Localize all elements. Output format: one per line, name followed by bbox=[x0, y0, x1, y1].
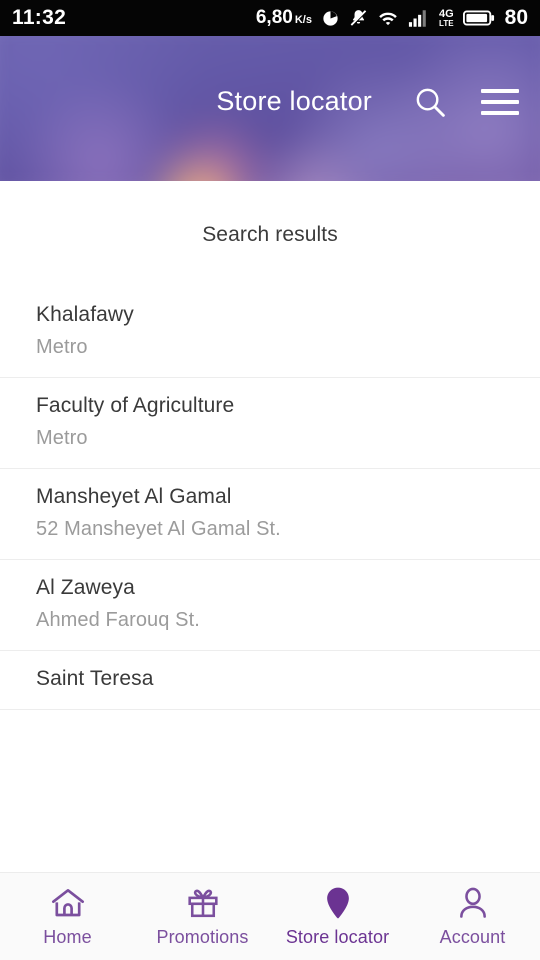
nav-label: Store locator bbox=[285, 926, 390, 947]
nav-item-store-locator[interactable]: Store locator bbox=[270, 886, 405, 948]
search-button[interactable] bbox=[408, 80, 452, 124]
section-title: Search results bbox=[202, 223, 338, 246]
store-name: Khalafawy bbox=[36, 303, 134, 326]
menu-button[interactable] bbox=[478, 80, 522, 124]
page-title: Store locator bbox=[216, 86, 372, 116]
nav-label: Home bbox=[43, 926, 92, 947]
network-type-badge: 4G LTE bbox=[438, 7, 454, 28]
network-speed-unit: K/s bbox=[294, 14, 312, 26]
nav-item-home[interactable]: Home bbox=[0, 886, 135, 948]
list-item[interactable]: Mansheyet Al Gamal 52 Mansheyet Al Gamal… bbox=[0, 469, 540, 560]
bottom-navigation-bar: Home Promotions Store locator Account bbox=[0, 872, 540, 960]
store-name: Al Zaweya bbox=[36, 576, 135, 599]
list-item[interactable]: Al Zaweya Ahmed Farouq St. bbox=[0, 560, 540, 651]
store-address: 52 Mansheyet Al Gamal St. bbox=[36, 518, 281, 540]
main-content: Search results Khalafawy Metro Faculty o… bbox=[0, 181, 540, 872]
list-item[interactable]: Faculty of Agriculture Metro bbox=[0, 378, 540, 469]
list-item[interactable]: Khalafawy Metro bbox=[0, 287, 540, 378]
store-name: Mansheyet Al Gamal bbox=[36, 485, 232, 508]
search-icon bbox=[416, 88, 445, 117]
nav-label: Account bbox=[439, 926, 506, 947]
person-icon bbox=[457, 886, 489, 920]
store-address: Metro bbox=[36, 336, 88, 358]
bell-muted-icon bbox=[350, 10, 367, 27]
battery-icon bbox=[462, 10, 494, 26]
network-sub: LTE bbox=[439, 18, 454, 28]
hamburger-menu-icon bbox=[481, 88, 519, 115]
list-item[interactable]: Saint Teresa bbox=[0, 651, 540, 710]
store-name: Faculty of Agriculture bbox=[36, 394, 235, 417]
status-icons: 6,80 K/s 4G LTE 80 bbox=[256, 6, 528, 30]
store-address: Ahmed Farouq St. bbox=[36, 609, 200, 631]
nav-label: Promotions bbox=[156, 926, 249, 947]
wifi-icon bbox=[379, 12, 397, 25]
store-name: Saint Teresa bbox=[36, 667, 154, 690]
alarm-icon bbox=[323, 10, 338, 26]
status-bar: 11:32 6,80 K/s 4G LTE 80 bbox=[0, 0, 540, 36]
network-type: 4G bbox=[438, 7, 454, 20]
home-icon bbox=[50, 886, 86, 920]
nav-item-account[interactable]: Account bbox=[405, 886, 540, 948]
gift-icon bbox=[186, 886, 220, 920]
battery-level: 80 bbox=[504, 6, 528, 29]
mobile-screen: 11:32 6,80 K/s 4G LTE 80 Store locator S… bbox=[0, 0, 540, 960]
signal-bars-icon bbox=[408, 9, 426, 27]
app-header: Store locator bbox=[0, 36, 540, 181]
header-bar: Store locator bbox=[0, 36, 540, 167]
status-time: 11:32 bbox=[12, 6, 67, 29]
search-results-list: Khalafawy Metro Faculty of Agriculture M… bbox=[0, 287, 540, 710]
network-speed-value: 6,80 bbox=[255, 7, 293, 28]
store-address: Metro bbox=[36, 427, 88, 449]
map-pin-icon bbox=[323, 886, 353, 920]
network-speed: 6,80 K/s bbox=[256, 7, 312, 29]
nav-item-promotions[interactable]: Promotions bbox=[135, 886, 270, 948]
